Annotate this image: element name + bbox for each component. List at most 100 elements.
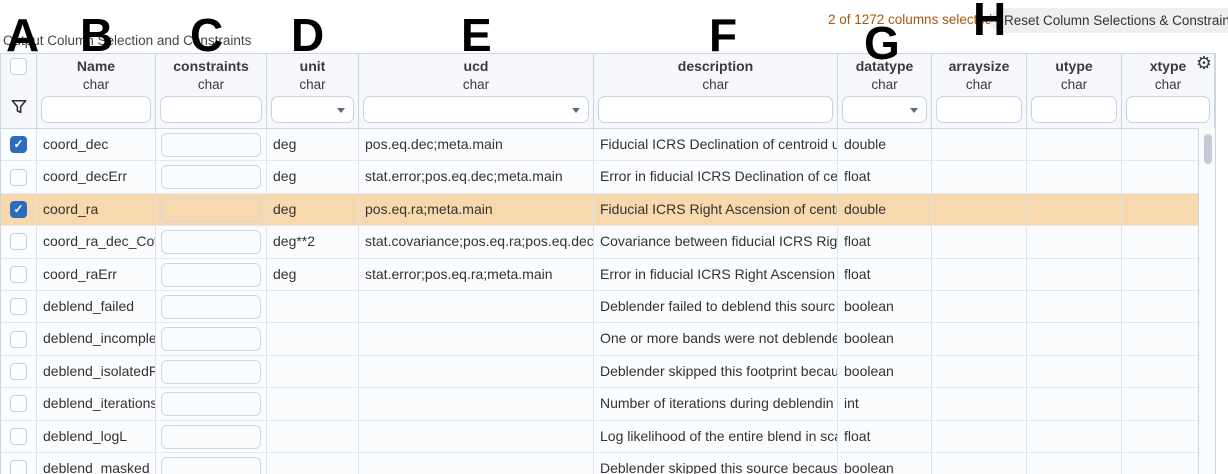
filter-constraints[interactable] <box>160 96 262 123</box>
arraysize-cell <box>932 291 1027 322</box>
constraint-input[interactable] <box>161 360 261 384</box>
name-cell: deblend_iterations <box>37 388 156 419</box>
filter-constraints-input[interactable] <box>161 97 261 122</box>
column-type: char <box>1027 76 1121 94</box>
filter-description-input[interactable] <box>599 97 832 122</box>
chevron-down-icon <box>910 108 918 113</box>
column-header-unit[interactable]: unitchar <box>267 54 359 128</box>
filter-utype[interactable] <box>1031 96 1117 123</box>
table-row[interactable]: ✓coord_radegpos.eq.ra;meta.mainFiducial … <box>1 194 1198 226</box>
reset-columns-button[interactable]: Reset Column Selections & Constraints <box>990 8 1228 33</box>
constraint-cell <box>156 129 267 160</box>
description-cell: Log likelihood of the entire blend in sc… <box>594 421 838 452</box>
description-cell: Deblender skipped this source because <box>594 453 838 474</box>
chevron-down-icon <box>337 108 345 113</box>
filter-funnel-icon[interactable] <box>9 97 29 117</box>
column-header-constraints[interactable]: constraintschar <box>156 54 267 128</box>
constraint-cell <box>156 356 267 387</box>
name-cell: coord_dec <box>37 129 156 160</box>
constraint-input[interactable] <box>161 392 261 416</box>
ucd-cell <box>359 291 594 322</box>
scrollbar-thumb[interactable] <box>1204 134 1212 164</box>
chevron-down-icon <box>572 108 580 113</box>
datatype-cell: boolean <box>838 291 932 322</box>
utype-cell <box>1027 259 1122 290</box>
datatype-cell: double <box>838 194 932 225</box>
table-body: ✓coord_decdegpos.eq.dec;meta.mainFiducia… <box>1 128 1198 474</box>
filter-name[interactable] <box>41 96 151 123</box>
column-header-description[interactable]: descriptionchar <box>594 54 838 128</box>
column-header-name[interactable]: Namechar <box>37 54 156 128</box>
column-header-arraysize[interactable]: arraysizechar <box>932 54 1027 128</box>
row-checkbox[interactable] <box>10 460 27 474</box>
table-row[interactable]: coord_raErrdegstat.error;pos.eq.ra;meta.… <box>1 259 1198 291</box>
filter-arraysize[interactable] <box>936 96 1022 123</box>
table-row[interactable]: coord_ra_dec_Covdeg**2stat.covariance;po… <box>1 226 1198 258</box>
filter-datatype[interactable] <box>842 96 927 123</box>
row-checkbox-cell: ✓ <box>1 129 37 160</box>
constraint-cell <box>156 161 267 192</box>
row-checkbox[interactable] <box>10 428 27 445</box>
constraint-input[interactable] <box>161 263 261 287</box>
row-checkbox[interactable] <box>10 266 27 283</box>
constraint-input[interactable] <box>161 425 261 449</box>
column-type: char <box>359 76 593 94</box>
description-cell: Covariance between fiducial ICRS Righ <box>594 226 838 257</box>
constraint-input[interactable] <box>161 327 261 351</box>
unit-cell: deg <box>267 129 359 160</box>
constraint-input[interactable] <box>161 165 261 189</box>
row-checkbox[interactable] <box>10 298 27 315</box>
column-header-utype[interactable]: utypechar <box>1027 54 1122 128</box>
table-row[interactable]: deblend_isolatedFDeblender skipped this … <box>1 356 1198 388</box>
column-label: ucd <box>359 57 593 76</box>
row-checkbox-cell <box>1 161 37 192</box>
filter-unit[interactable] <box>271 96 354 123</box>
filter-description[interactable] <box>598 96 833 123</box>
constraint-input[interactable] <box>161 295 261 319</box>
constraint-input[interactable] <box>161 457 261 474</box>
table-row[interactable]: deblend_logLLog likelihood of the entire… <box>1 421 1198 453</box>
table-row[interactable]: coord_decErrdegstat.error;pos.eq.dec;met… <box>1 161 1198 193</box>
constraint-input[interactable] <box>161 198 261 222</box>
row-checkbox[interactable] <box>10 169 27 186</box>
column-type: char <box>838 76 931 94</box>
filter-ucd[interactable] <box>363 96 589 123</box>
column-type: char <box>932 76 1026 94</box>
constraint-cell <box>156 323 267 354</box>
ucd-cell <box>359 453 594 474</box>
description-cell: Error in fiducial ICRS Declination of ce… <box>594 161 838 192</box>
filter-utype-input[interactable] <box>1032 97 1116 122</box>
row-checkbox[interactable]: ✓ <box>10 201 27 218</box>
table-row[interactable]: deblend_iterationsNumber of iterations d… <box>1 388 1198 420</box>
arraysize-cell <box>932 259 1027 290</box>
table-row[interactable]: ✓coord_decdegpos.eq.dec;meta.mainFiducia… <box>1 129 1198 161</box>
filter-name-input[interactable] <box>42 97 150 122</box>
row-checkbox[interactable]: ✓ <box>10 136 27 153</box>
unit-cell <box>267 291 359 322</box>
ucd-cell: stat.error;pos.eq.dec;meta.main <box>359 161 594 192</box>
table-row[interactable]: deblend_incompletOne or more bands were … <box>1 323 1198 355</box>
constraint-cell <box>156 388 267 419</box>
column-header-datatype[interactable]: datatypechar <box>838 54 932 128</box>
row-checkbox[interactable] <box>10 331 27 348</box>
row-checkbox[interactable] <box>10 395 27 412</box>
row-checkbox[interactable] <box>10 363 27 380</box>
table-row[interactable]: deblend_failedDeblender failed to deblen… <box>1 291 1198 323</box>
table-header-row: Namecharconstraintscharunitcharucdcharde… <box>1 54 1215 128</box>
filter-xtype[interactable] <box>1126 96 1210 123</box>
filter-ucd-input[interactable] <box>364 97 588 122</box>
filter-arraysize-input[interactable] <box>937 97 1021 122</box>
constraint-input[interactable] <box>161 230 261 254</box>
gear-icon[interactable]: ⚙ <box>1196 55 1212 73</box>
utype-cell <box>1027 194 1122 225</box>
row-checkbox-cell <box>1 323 37 354</box>
constraint-input[interactable] <box>161 133 261 157</box>
filter-xtype-input[interactable] <box>1127 97 1209 122</box>
table-row[interactable]: deblend_maskedDeblender skipped this sou… <box>1 453 1198 474</box>
select-all-checkbox[interactable] <box>10 58 27 75</box>
column-header-ucd[interactable]: ucdchar <box>359 54 594 128</box>
row-checkbox[interactable] <box>10 233 27 250</box>
name-cell: coord_decErr <box>37 161 156 192</box>
row-checkbox-cell <box>1 388 37 419</box>
utype-cell <box>1027 291 1122 322</box>
